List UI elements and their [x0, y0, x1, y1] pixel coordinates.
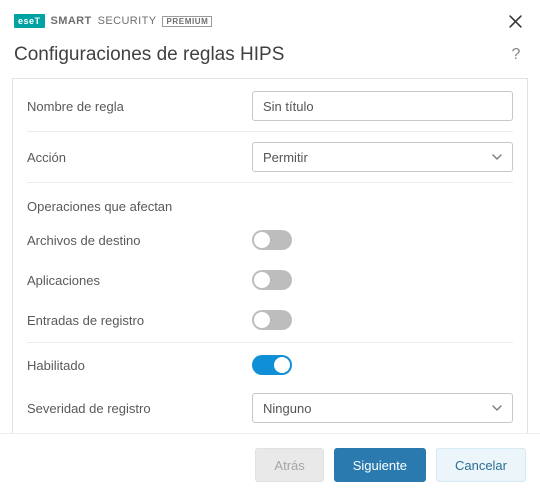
rule-name-input[interactable]: [252, 91, 513, 121]
target-files-toggle[interactable]: [252, 230, 292, 250]
row-applications: Aplicaciones: [13, 260, 527, 300]
action-label: Acción: [27, 150, 252, 165]
severity-select[interactable]: Ninguno: [252, 393, 513, 423]
row-registry: Entradas de registro: [13, 300, 527, 340]
target-files-label: Archivos de destino: [27, 233, 252, 248]
brand-premium: PREMIUM: [162, 16, 212, 27]
chevron-down-icon: [492, 154, 502, 160]
severity-label: Severidad de registro: [27, 401, 252, 416]
cancel-button[interactable]: Cancelar: [436, 448, 526, 482]
row-severity: Severidad de registro Ninguno: [13, 385, 527, 431]
action-select[interactable]: Permitir: [252, 142, 513, 172]
registry-toggle[interactable]: [252, 310, 292, 330]
close-icon: [509, 15, 522, 28]
title-row: Configuraciones de reglas HIPS ?: [0, 38, 540, 78]
operations-section-title: Operaciones que afectan: [13, 185, 527, 220]
row-rule-name: Nombre de regla: [13, 83, 527, 129]
settings-panel: Nombre de regla Acción Permitir Operacio…: [12, 78, 528, 476]
help-button[interactable]: ?: [506, 45, 526, 65]
enabled-toggle[interactable]: [252, 355, 292, 375]
applications-toggle[interactable]: [252, 270, 292, 290]
applications-label: Aplicaciones: [27, 273, 252, 288]
help-icon: ?: [512, 46, 521, 64]
brand-smart: SMART: [51, 15, 92, 27]
footer: Atrás Siguiente Cancelar: [0, 433, 540, 500]
severity-select-value: Ninguno: [263, 401, 311, 416]
row-target-files: Archivos de destino: [13, 220, 527, 260]
brand-logo-badge: eseT: [14, 14, 45, 28]
brand-security: SECURITY: [98, 15, 157, 27]
window-header: eseT SMART SECURITY PREMIUM: [0, 0, 540, 38]
divider: [27, 131, 513, 132]
divider: [27, 182, 513, 183]
row-action: Acción Permitir: [13, 134, 527, 180]
enabled-label: Habilitado: [27, 358, 252, 373]
divider: [27, 342, 513, 343]
back-button: Atrás: [255, 448, 323, 482]
row-enabled: Habilitado: [13, 345, 527, 385]
brand-block: eseT SMART SECURITY PREMIUM: [14, 14, 212, 28]
rule-name-label: Nombre de regla: [27, 99, 252, 114]
chevron-down-icon: [492, 405, 502, 411]
action-select-value: Permitir: [263, 150, 308, 165]
close-button[interactable]: [504, 10, 526, 32]
next-button[interactable]: Siguiente: [334, 448, 426, 482]
registry-label: Entradas de registro: [27, 313, 252, 328]
page-title: Configuraciones de reglas HIPS: [14, 44, 284, 66]
